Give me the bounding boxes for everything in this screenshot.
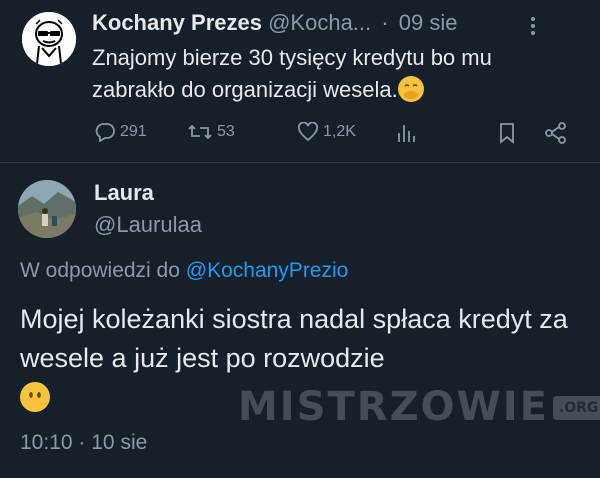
share-button[interactable] bbox=[544, 122, 572, 144]
original-tweet: Kochany Prezes @Kocha... · 09 sie Znajom… bbox=[0, 0, 600, 160]
separator: · bbox=[381, 10, 389, 35]
watermark: MISTRZOWIE .ORG bbox=[238, 384, 600, 430]
share-icon bbox=[545, 122, 566, 144]
author-avatar[interactable] bbox=[22, 12, 76, 66]
reply-count: 291 bbox=[120, 123, 147, 140]
tweet-date[interactable]: 09 sie bbox=[399, 10, 458, 35]
tweet-actions: 291 53 1,2K bbox=[92, 118, 582, 148]
reply-author-avatar[interactable] bbox=[18, 180, 76, 238]
tweet-body: Znajomy bierze 30 tysięcy kredytu bo mu … bbox=[92, 45, 492, 102]
reply-button[interactable]: 291 bbox=[94, 122, 147, 142]
reply-time: 10:10 bbox=[20, 431, 73, 454]
retweet-count: 53 bbox=[217, 123, 235, 140]
replying-to: W odpowiedzi do @KochanyPrezio bbox=[20, 259, 348, 283]
reply-author-handle[interactable]: @Laurulaa bbox=[94, 212, 202, 238]
bookmark-button[interactable] bbox=[498, 122, 520, 144]
watermark-suffix: .ORG bbox=[552, 396, 600, 420]
tweet-header: Kochany Prezes @Kocha... · 09 sie bbox=[92, 10, 457, 36]
like-button[interactable]: 1,2K bbox=[297, 122, 356, 142]
tweet-divider bbox=[0, 162, 600, 163]
bookmark-icon bbox=[500, 123, 514, 144]
reply-author-name[interactable]: Laura bbox=[94, 180, 154, 206]
more-icon[interactable] bbox=[530, 16, 536, 41]
watermark-text: MISTRZOWIE bbox=[238, 384, 549, 430]
like-icon bbox=[298, 122, 318, 142]
author-name[interactable]: Kochany Prezes bbox=[92, 10, 262, 35]
replying-to-link[interactable]: @KochanyPrezio bbox=[186, 259, 349, 282]
views-icon bbox=[398, 125, 415, 142]
reply-icon bbox=[95, 123, 115, 142]
face-with-hand-over-mouth-emoji bbox=[397, 76, 424, 102]
retweet-button[interactable]: 53 bbox=[187, 122, 235, 142]
tweet-text: Znajomy bierze 30 tysięcy kredytu bo mu … bbox=[92, 42, 572, 106]
reply-separator: · bbox=[78, 431, 86, 454]
cartoon-avatar-icon bbox=[22, 12, 76, 66]
landscape-photo-icon bbox=[18, 180, 76, 238]
views-button[interactable] bbox=[396, 122, 422, 144]
replying-to-label: W odpowiedzi do bbox=[20, 259, 180, 282]
face-without-mouth-emoji bbox=[20, 382, 50, 412]
reply-tweet-body: Mojej koleżanki siostra nadal spłaca kre… bbox=[20, 304, 568, 373]
reply-date: 10 sie bbox=[91, 431, 148, 454]
retweet-icon bbox=[188, 124, 212, 140]
like-count: 1,2K bbox=[323, 123, 356, 140]
author-handle[interactable]: @Kocha... bbox=[268, 10, 371, 35]
reply-timestamp[interactable]: 10:10 · 10 sie bbox=[20, 431, 147, 455]
